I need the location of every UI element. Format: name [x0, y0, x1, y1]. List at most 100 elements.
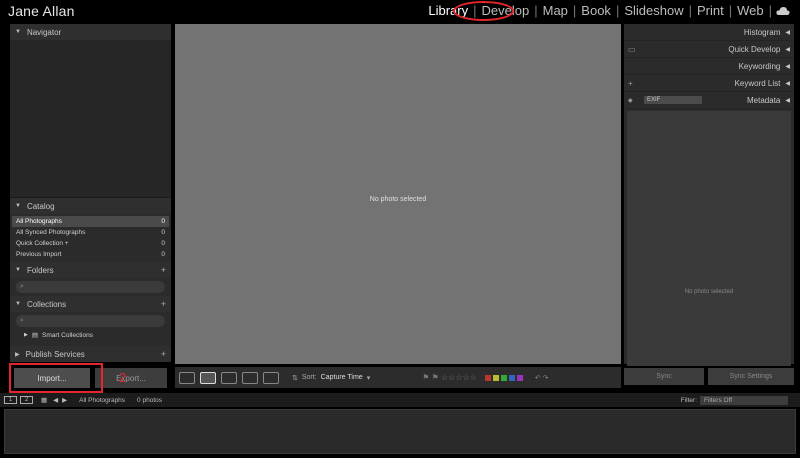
- catalog-item-label: All Synced Photographs: [16, 229, 86, 236]
- top-bar: Jane Allan Library | Develop | Map | Book | …: [0, 0, 800, 22]
- loupe-view-icon[interactable]: [200, 371, 216, 384]
- red-label-icon[interactable]: [484, 374, 491, 381]
- metadata-empty-message: No photo selected: [684, 289, 734, 295]
- add-folder-icon[interactable]: +: [161, 265, 166, 275]
- smart-collections-label: Smart Collections: [42, 331, 93, 339]
- forward-arrow-icon[interactable]: ▶: [62, 396, 67, 404]
- module-map[interactable]: Map: [538, 3, 573, 18]
- right-panel: Histogram ◀ ▭ Quick Develop ◀ Keywording ◀ …: [624, 24, 794, 366]
- yellow-label-icon[interactable]: [492, 374, 499, 381]
- collapse-triangle-icon: ▼: [15, 301, 21, 307]
- rotate-icon[interactable]: ↶ ↷: [535, 374, 549, 382]
- metadata-title: Metadata: [747, 95, 781, 105]
- catalog-title: Catalog: [26, 201, 55, 211]
- green-label-icon[interactable]: [500, 374, 507, 381]
- module-book[interactable]: Book: [576, 3, 616, 18]
- catalog-item-count: 0: [161, 218, 165, 225]
- back-arrow-icon[interactable]: ◀: [53, 396, 58, 404]
- collapse-triangle-icon: ◀: [785, 63, 790, 70]
- collapse-triangle-icon: ◀: [785, 46, 790, 53]
- metadata-header[interactable]: ◆ EXIF Metadata ◀: [624, 92, 794, 109]
- blue-label-icon[interactable]: [508, 374, 515, 381]
- sort-dropdown-icon[interactable]: ▾: [367, 374, 371, 382]
- keywording-header[interactable]: Keywording ◀: [624, 58, 794, 75]
- collections-header[interactable]: ▼ Collections +: [10, 296, 171, 312]
- keyword-list-header[interactable]: + Keyword List ◀: [624, 75, 794, 92]
- keywording-title: Keywording: [738, 61, 781, 71]
- compare-view-icon[interactable]: [221, 371, 237, 384]
- metadata-preset-select[interactable]: EXIF: [644, 96, 702, 104]
- library-toolbar: ⇅ Sort: Capture Time ▾ ⚑ ⚑ ☆☆☆☆☆ ↶ ↷: [175, 367, 621, 388]
- catalog-item-count: 0: [161, 240, 165, 247]
- import-highlight-annotation: [9, 363, 103, 393]
- module-slideshow[interactable]: Slideshow: [619, 3, 688, 18]
- add-collection-icon[interactable]: +: [161, 299, 166, 309]
- metadata-toggle-icon[interactable]: ◆: [628, 97, 633, 104]
- export-button[interactable]: Export...: [95, 368, 167, 388]
- filmstrip-area: [4, 409, 796, 454]
- collapse-triangle-icon: ◀: [785, 29, 790, 36]
- sort-value[interactable]: Capture Time: [321, 374, 363, 381]
- secondary-window-icon[interactable]: 2: [20, 396, 33, 404]
- grid-icon[interactable]: ▦: [41, 396, 47, 404]
- collections-search-input[interactable]: ⌕: [16, 315, 165, 327]
- catalog-item-quick-collection[interactable]: Quick Collection + 0: [12, 238, 169, 249]
- sort-label: Sort:: [301, 374, 317, 381]
- metadata-body: No photo selected: [627, 111, 791, 366]
- cloud-icon[interactable]: [776, 6, 790, 16]
- survey-view-icon[interactable]: [242, 371, 258, 384]
- identity-plate: Jane Allan: [8, 3, 75, 19]
- folders-header[interactable]: ▼ Folders +: [10, 262, 171, 278]
- annotation-number-two: 2: [119, 370, 127, 385]
- quick-develop-header[interactable]: ▭ Quick Develop ◀: [624, 41, 794, 58]
- sort-control[interactable]: ⇅ Sort: Capture Time ▾: [292, 374, 370, 382]
- color-label-swatches: [484, 374, 523, 381]
- catalog-item-previous-import[interactable]: Previous Import 0: [12, 249, 169, 260]
- filmstrip-source[interactable]: All Photographs: [79, 397, 125, 404]
- navigator-title: Navigator: [26, 27, 62, 37]
- smart-collections-item[interactable]: ▶ ▤ Smart Collections: [10, 330, 171, 340]
- keyword-list-title: Keyword List: [734, 78, 781, 88]
- expand-triangle-icon: ▶: [24, 332, 28, 338]
- sync-settings-button[interactable]: Sync Settings: [708, 368, 794, 385]
- rating-stars-icon[interactable]: ⚑ ⚑ ☆☆☆☆☆: [422, 373, 477, 382]
- folders-search-input[interactable]: ⌕: [16, 281, 165, 293]
- add-publish-service-icon[interactable]: +: [161, 349, 166, 359]
- no-photo-message: No photo selected: [369, 196, 427, 203]
- add-keyword-icon[interactable]: +: [628, 79, 633, 88]
- filmstrip-bar: 1 2 ▦ ◀ ▶ All Photographs 0 photos Filte…: [0, 393, 800, 407]
- catalog-item-count: 0: [161, 229, 165, 236]
- catalog-item-all-photographs[interactable]: All Photographs 0: [12, 216, 169, 227]
- navigator-header[interactable]: ▼ Navigator: [10, 24, 171, 40]
- collapse-triangle-icon: ◀: [785, 80, 790, 87]
- catalog-header[interactable]: ▼ Catalog: [10, 198, 171, 214]
- sort-direction-icon[interactable]: ⇅: [292, 374, 298, 382]
- catalog-item-all-synced[interactable]: All Synced Photographs 0: [12, 227, 169, 238]
- publish-services-title: Publish Services: [25, 349, 85, 359]
- filmstrip-photo-count: 0 photos: [137, 396, 162, 404]
- histogram-header[interactable]: Histogram ◀: [624, 24, 794, 41]
- module-web[interactable]: Web: [732, 3, 769, 18]
- purple-label-icon[interactable]: [516, 374, 523, 381]
- preset-dropdown-icon[interactable]: ▭: [628, 45, 636, 54]
- module-print[interactable]: Print: [692, 3, 729, 18]
- filter-select[interactable]: Filters Off: [700, 395, 788, 405]
- catalog-list: All Photographs 0 All Synced Photographs…: [10, 214, 171, 262]
- quick-develop-title: Quick Develop: [728, 44, 781, 54]
- collapse-triangle-icon: ▼: [15, 29, 21, 35]
- catalog-item-label: All Photographs: [16, 218, 62, 225]
- filter-label: Filter:: [680, 396, 697, 404]
- catalog-item-label: Quick Collection +: [16, 240, 69, 247]
- grid-view-icon[interactable]: [179, 371, 195, 384]
- primary-window-icon[interactable]: 1: [4, 396, 17, 404]
- histogram-title: Histogram: [743, 27, 781, 37]
- main-preview-area: No photo selected: [175, 24, 621, 364]
- people-view-icon[interactable]: [263, 371, 279, 384]
- catalog-item-count: 0: [161, 251, 165, 258]
- catalog-item-label: Previous Import: [16, 251, 62, 258]
- navigator-preview: [10, 40, 171, 198]
- folders-title: Folders: [26, 265, 54, 275]
- sync-button[interactable]: Sync: [624, 368, 704, 385]
- publish-services-header[interactable]: ▶ Publish Services +: [10, 346, 171, 362]
- collapse-triangle-icon: ▼: [15, 203, 21, 209]
